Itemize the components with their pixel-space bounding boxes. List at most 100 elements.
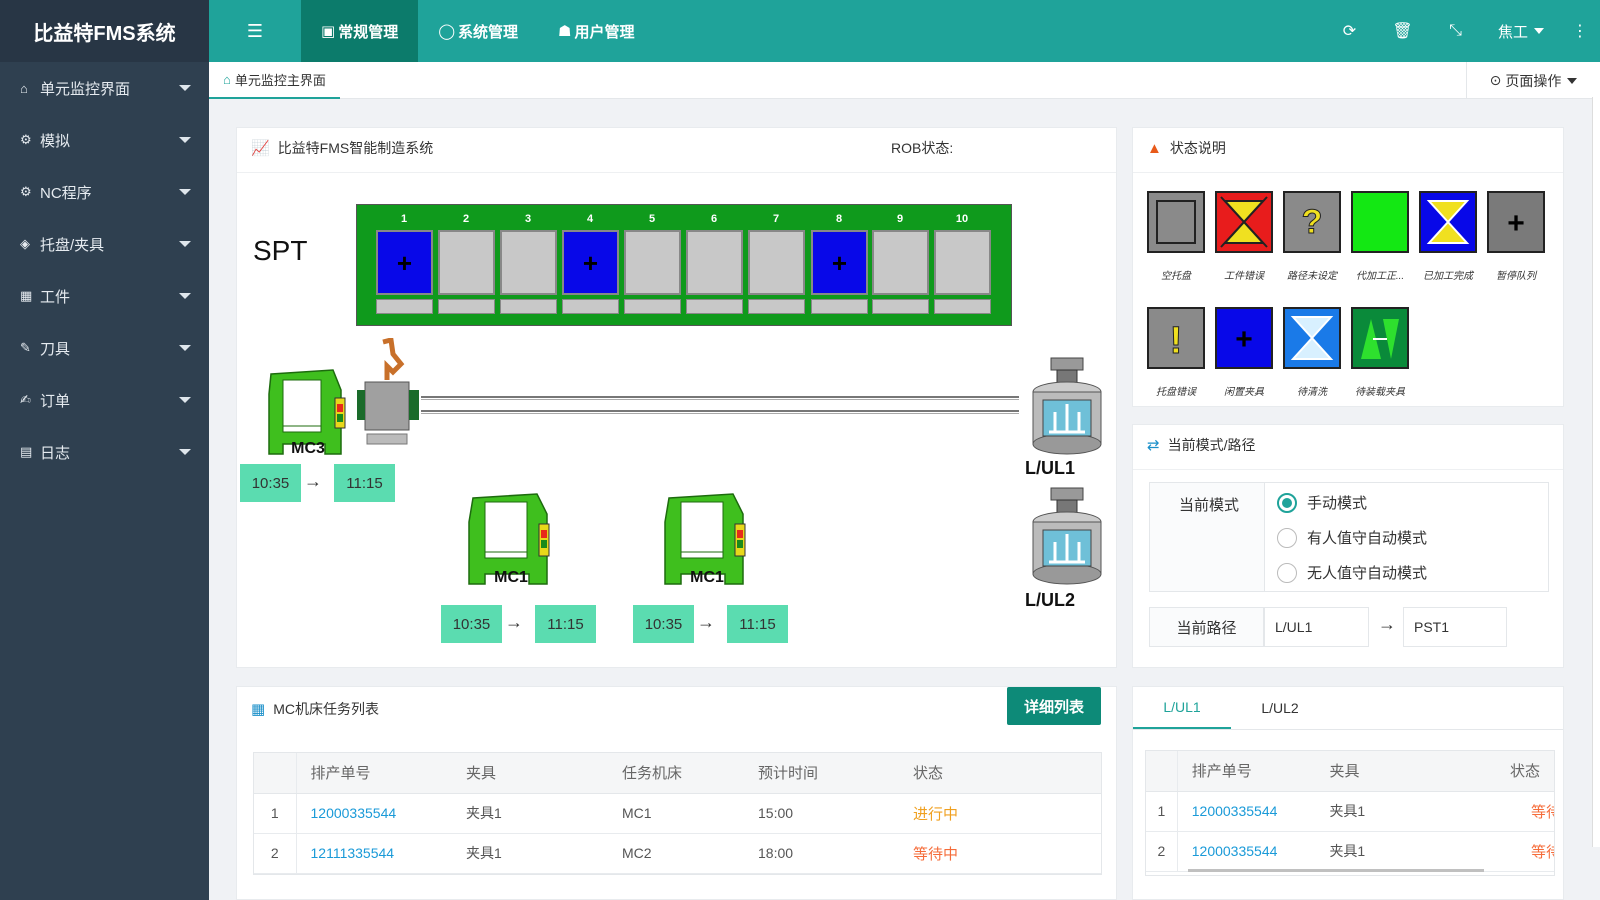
order-link[interactable]: 12111335544 xyxy=(296,833,452,874)
mc3-start-time: 10:35 xyxy=(240,464,301,502)
station-icon xyxy=(1032,357,1102,455)
legend-label: 代加工正... xyxy=(1355,271,1405,282)
caret-down-icon xyxy=(179,449,191,455)
refresh-button[interactable]: ⟳ xyxy=(1323,0,1376,62)
top-tab-1[interactable]: ◯ 系统管理 xyxy=(418,0,538,62)
divider xyxy=(1133,172,1563,173)
sidebar-item-4[interactable]: ▦ 工件 xyxy=(0,270,209,322)
order-link[interactable]: 12000335544 xyxy=(1177,791,1316,832)
sidebar-item-label: 单元监控界面 xyxy=(40,80,131,98)
column-header: 状态 xyxy=(899,753,1101,794)
path-from-field[interactable]: L/UL1 xyxy=(1264,607,1369,647)
slot-number: 3 xyxy=(524,213,532,225)
pallet-slot-8[interactable]: + xyxy=(811,230,868,295)
table-row[interactable]: 212000335544夹具1等待中 xyxy=(1146,831,1554,872)
pallet-slot-9[interactable] xyxy=(872,230,929,295)
mc-task-table-wrap: 排产单号 夹具 任务机床 预计时间 状态 1 12000335544 夹具1 MC1 15:00… xyxy=(253,752,1102,875)
edit-icon: ✍ xyxy=(20,392,31,407)
table-row[interactable]: 1 12000335544 夹具1 MC1 15:00 进行中 xyxy=(254,793,1101,834)
table-row[interactable]: 112000335544夹具1等待中 xyxy=(1146,791,1554,832)
sidebar-item-label: 模拟 xyxy=(40,132,71,150)
cube-icon: ◈ xyxy=(20,236,30,251)
fullscreen-button[interactable]: ⤡ xyxy=(1429,0,1482,62)
radio-button[interactable] xyxy=(1277,562,1297,583)
pallet-slot-7[interactable] xyxy=(748,230,805,295)
mc1a-start-time: 10:35 xyxy=(441,605,502,643)
top-tab-2[interactable]: ☗ 用户管理 xyxy=(538,0,654,62)
station-lul2[interactable] xyxy=(1029,486,1105,586)
sidebar-item-label: NC程序 xyxy=(40,184,92,202)
menu-toggle-button[interactable]: ☰ xyxy=(209,0,301,62)
plus-icon: + xyxy=(831,247,848,278)
mode-option-1[interactable]: 有人值守自动模式 xyxy=(1277,520,1427,555)
lul-tab-0[interactable]: L/UL1 xyxy=(1133,687,1231,729)
machine-mc3[interactable]: MC3 xyxy=(263,364,353,462)
pallet-slot-1[interactable]: + xyxy=(376,230,433,295)
lul-task-table-wrap: 排产单号夹具状态 112000335544夹具1等待中212000335544夹… xyxy=(1145,750,1555,876)
pallet-slot-3[interactable] xyxy=(500,230,557,295)
radio-button[interactable] xyxy=(1277,492,1297,513)
pallet-slot-6[interactable] xyxy=(686,230,743,295)
mc-task-panel: ▦ MC机床任务列表 详细列表 排产单号 夹具 任务机床 预计时间 状态 1 120003… xyxy=(236,686,1117,900)
machine-mc1-b[interactable]: MC1 xyxy=(659,488,755,594)
machine-mc1-a[interactable]: MC1 xyxy=(463,488,559,594)
mode-option-2[interactable]: 无人值守自动模式 xyxy=(1277,555,1427,590)
mode-title-text: 当前模式/路径 xyxy=(1167,437,1256,453)
file-icon: ▤ xyxy=(20,444,33,459)
sidebar-item-7[interactable]: ▤ 日志 xyxy=(0,426,209,478)
pallet-slot-4[interactable]: + xyxy=(562,230,619,295)
top-tab-label: 用户管理 xyxy=(574,23,635,41)
plus-icon: + xyxy=(582,247,599,278)
sidebar-item-6[interactable]: ✍ 订单 xyxy=(0,374,209,426)
detail-list-button[interactable]: 详细列表 xyxy=(1007,687,1101,725)
sidebar-item-5[interactable]: ✎ 刀具 xyxy=(0,322,209,374)
clear-cache-button[interactable]: 🗑 xyxy=(1376,0,1429,62)
order-link[interactable]: 12000335544 xyxy=(296,793,452,834)
pallet-slot-10[interactable] xyxy=(934,230,991,295)
time-cell: 18:00 xyxy=(744,833,899,874)
top-tab-0[interactable]: ▣ 常规管理 xyxy=(301,0,419,62)
user-menu[interactable]: 焦工 xyxy=(1482,0,1560,62)
tab-unit-monitor[interactable]: ⌂ 单元监控主界面 xyxy=(209,62,340,99)
top-right-tools: ⟳ 🗑 ⤡ 焦工 ⋮ xyxy=(1323,0,1600,62)
radio-button[interactable] xyxy=(1277,527,1297,548)
caret-down-icon xyxy=(179,241,191,247)
legend-swatch xyxy=(1215,191,1273,253)
page-operations-button[interactable]: ⊙ 页面操作 xyxy=(1466,62,1600,99)
sidebar-item-0[interactable]: ⌂ 单元监控界面 xyxy=(0,62,209,114)
legend-item: 工件错误 xyxy=(1215,191,1273,282)
page-scrollbar[interactable] xyxy=(1592,97,1600,847)
station-lul1[interactable] xyxy=(1029,356,1105,456)
pallet-slot-2[interactable] xyxy=(438,230,495,295)
track-rail-bottom xyxy=(421,410,1019,414)
sidebar-item-label: 日志 xyxy=(40,444,71,462)
lul-tabs: L/UL1 L/UL2 xyxy=(1133,687,1329,729)
compress-icon: ⤡ xyxy=(1449,22,1462,39)
user-card-icon: ▣ xyxy=(321,23,336,40)
table-row[interactable]: 2 12111335544 夹具1 MC2 18:00 等待中 xyxy=(254,833,1101,874)
sidebar-item-1[interactable]: ⚙ 模拟 xyxy=(0,114,209,166)
sidebar-item-3[interactable]: ◈ 托盘/夹具 xyxy=(0,218,209,270)
caret-down-icon xyxy=(1534,28,1544,34)
station-lul1-label: L/UL1 xyxy=(1025,458,1076,478)
monitor-title-text: 比益特FMS智能制造系统 xyxy=(277,140,434,156)
refresh-icon: ⟳ xyxy=(1342,23,1357,40)
legend-swatch: + xyxy=(1215,307,1273,369)
page-tabbar: ⌂ 单元监控主界面 ⊙ 页面操作 xyxy=(209,62,1600,99)
order-link[interactable]: 12000335544 xyxy=(1177,831,1316,872)
path-to-field[interactable]: PST1 xyxy=(1403,607,1507,647)
svg-text:?: ? xyxy=(1302,203,1323,241)
lul-tab-1[interactable]: L/UL2 xyxy=(1231,687,1329,729)
horizontal-scrollbar[interactable] xyxy=(1188,869,1484,872)
legend-item: 待清洗 xyxy=(1283,307,1341,398)
legend-item: + 闲置夹具 xyxy=(1215,307,1273,398)
pallet-slot-5[interactable] xyxy=(624,230,681,295)
column-header: 排产单号 xyxy=(1177,751,1316,792)
more-button[interactable]: ⋮ xyxy=(1560,0,1600,62)
sidebar-item-2[interactable]: ⚙ NC程序 xyxy=(0,166,209,218)
lul-task-table: 排产单号夹具状态 112000335544夹具1等待中212000335544夹… xyxy=(1146,751,1554,872)
mode-option-0[interactable]: 手动模式 xyxy=(1277,485,1427,520)
time-cell: 15:00 xyxy=(744,793,899,834)
machine-label: MC1 xyxy=(690,569,724,586)
fixture-cell: 夹具1 xyxy=(1315,791,1431,832)
